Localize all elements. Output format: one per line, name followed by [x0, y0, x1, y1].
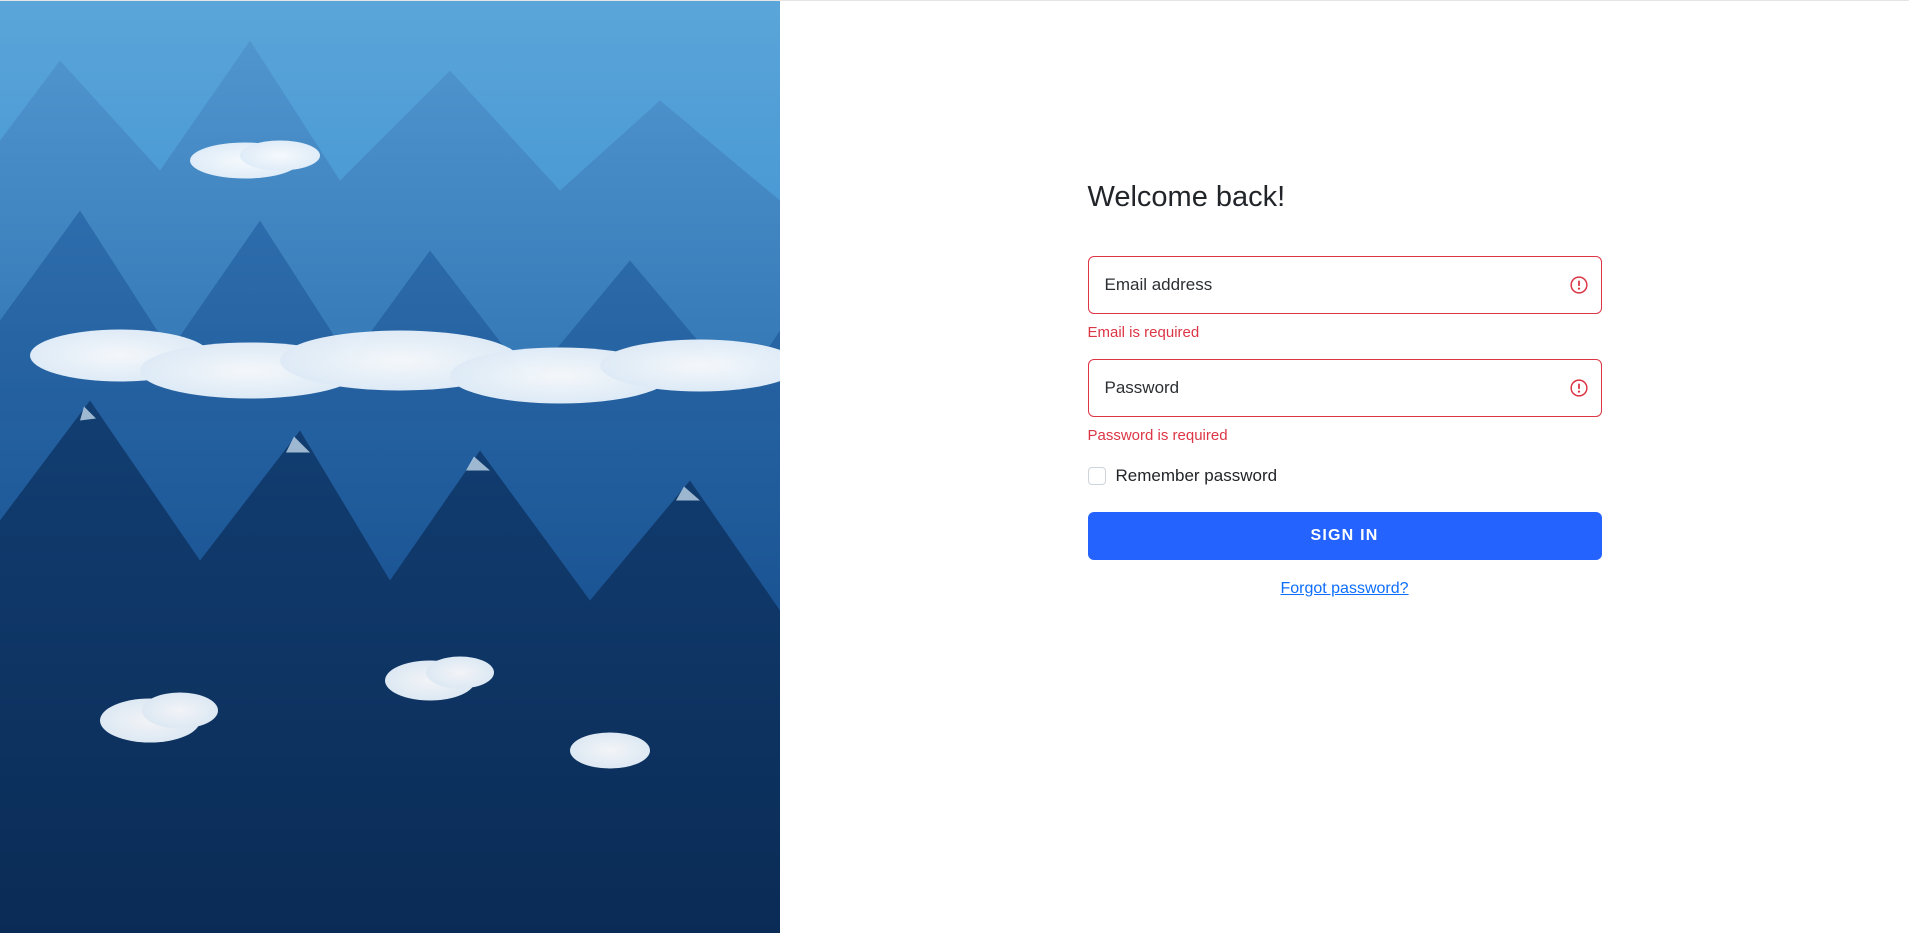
hero-image	[0, 1, 780, 933]
login-form-pane: Welcome back! Email is required	[780, 1, 1909, 933]
forgot-row: Forgot password?	[1088, 580, 1602, 598]
remember-row: Remember password	[1088, 466, 1602, 486]
remember-label[interactable]: Remember password	[1116, 466, 1278, 486]
remember-checkbox[interactable]	[1088, 467, 1106, 485]
password-error: Password is required	[1088, 427, 1602, 444]
error-icon	[1570, 276, 1588, 294]
login-form: Welcome back! Email is required	[1088, 181, 1602, 598]
password-group: Password is required	[1088, 359, 1602, 444]
forgot-password-link[interactable]: Forgot password?	[1280, 580, 1408, 597]
error-icon	[1570, 379, 1588, 397]
email-error: Email is required	[1088, 324, 1602, 341]
email-input-wrap	[1088, 256, 1602, 314]
password-input-wrap	[1088, 359, 1602, 417]
email-group: Email is required	[1088, 256, 1602, 341]
page-title: Welcome back!	[1088, 181, 1602, 214]
email-field[interactable]	[1088, 256, 1602, 314]
password-field[interactable]	[1088, 359, 1602, 417]
signin-button[interactable]: SIGN IN	[1088, 512, 1602, 560]
